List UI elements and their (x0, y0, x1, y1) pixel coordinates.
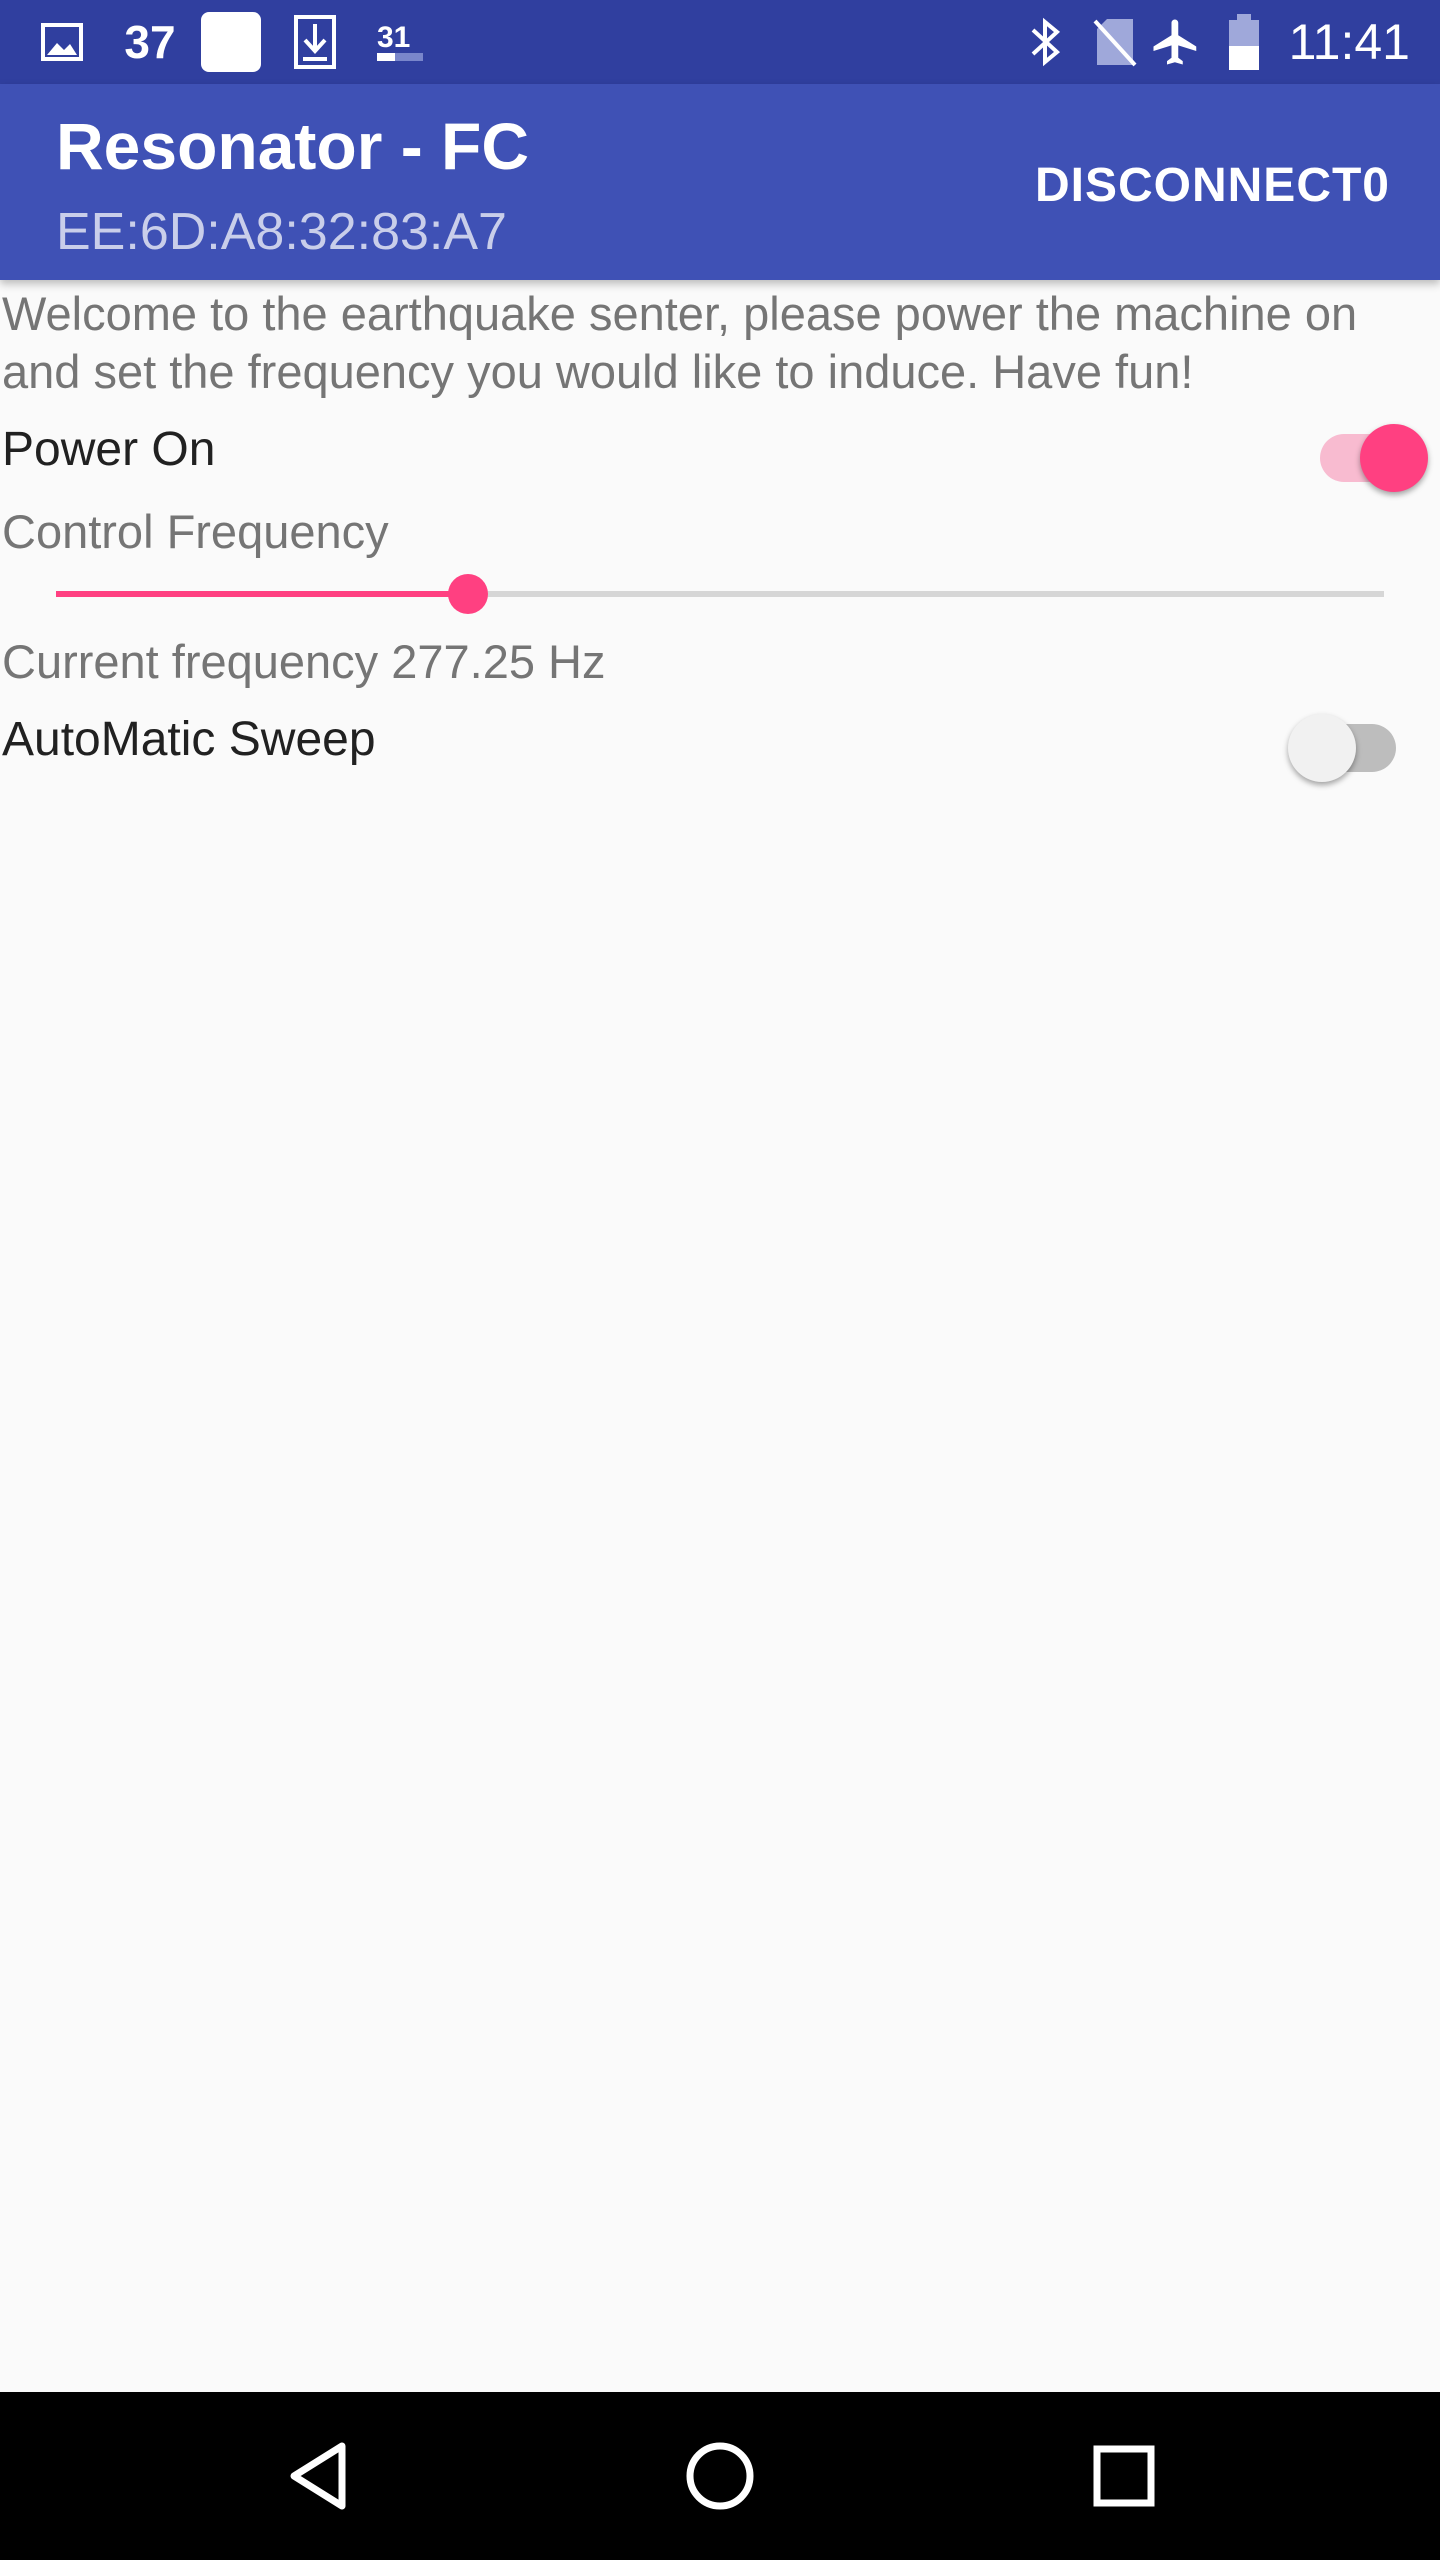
airplane-mode-icon (1148, 0, 1204, 84)
navigation-bar (0, 2392, 1440, 2560)
battery-icon (1224, 0, 1264, 84)
clock: 11:41 (1288, 14, 1410, 70)
automatic-sweep-label: AutoMatic Sweep (2, 713, 376, 766)
back-icon[interactable] (266, 2426, 366, 2526)
calendar-icon: 31 (372, 0, 428, 84)
welcome-text: Welcome to the earthquake senter, please… (2, 287, 1358, 398)
svg-text:31: 31 (377, 21, 410, 54)
frequency-slider[interactable] (56, 570, 1384, 618)
switch-thumb (1288, 714, 1356, 782)
page-title: Resonator - FC (56, 109, 530, 183)
bluetooth-icon (1020, 0, 1070, 84)
blank-app-icon (198, 0, 264, 84)
recents-icon[interactable] (1074, 2426, 1174, 2526)
current-frequency-text: Current frequency 277.25 Hz (2, 635, 606, 688)
notification-count-icon: 37 (124, 16, 176, 68)
slider-thumb[interactable] (447, 574, 488, 614)
switch-thumb (1360, 424, 1428, 492)
download-icon (290, 0, 340, 84)
home-icon[interactable] (670, 2426, 770, 2526)
disconnect-button[interactable]: DISCONNECT0 (1027, 146, 1398, 225)
device-address: EE:6D:A8:32:83:A7 (56, 203, 507, 261)
power-on-label: Power On (2, 423, 216, 476)
app-bar: Resonator - FC EE:6D:A8:32:83:A7 DISCONN… (0, 84, 1440, 280)
automatic-sweep-switch[interactable] (1288, 700, 1408, 782)
image-icon (36, 0, 88, 84)
power-on-switch[interactable] (1308, 410, 1428, 492)
status-bar: 37 31 11:41 (0, 0, 1440, 84)
control-frequency-label: Control Frequency (2, 505, 389, 558)
slider-fill (56, 591, 468, 597)
no-sim-icon (1088, 0, 1142, 84)
